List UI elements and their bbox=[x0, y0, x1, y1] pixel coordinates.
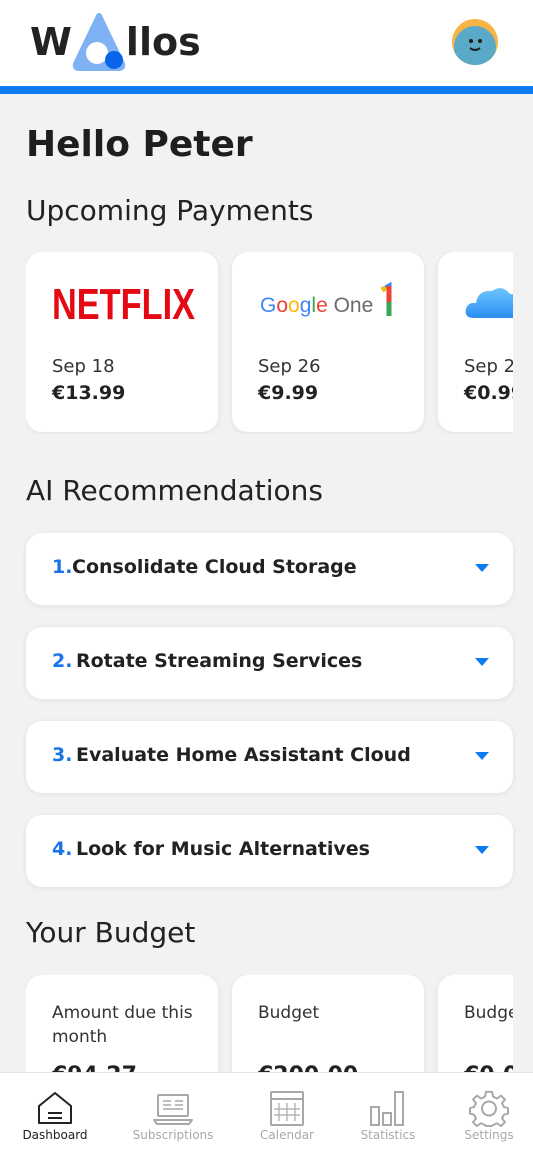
budget-row[interactable]: Amount due this month €94.27 Budget €200… bbox=[26, 975, 513, 1072]
budget-label: Budget bbox=[464, 1003, 513, 1023]
logo-text-left: W bbox=[30, 20, 72, 64]
tab-label: Statistics bbox=[360, 1128, 416, 1142]
payment-date: Sep 18 bbox=[52, 356, 115, 377]
tab-settings[interactable]: Settings bbox=[436, 1073, 533, 1158]
wallos-logo[interactable]: W llos bbox=[30, 12, 201, 72]
user-avatar[interactable] bbox=[452, 19, 498, 65]
tab-label: Subscriptions bbox=[132, 1128, 214, 1142]
tab-calendar[interactable]: Calendar bbox=[234, 1073, 340, 1158]
chevron-down-icon[interactable] bbox=[475, 658, 489, 666]
bottom-navigation: Dashboard Subscriptions Calendar Statist… bbox=[0, 1072, 533, 1158]
budget-card: Budget €0.00 bbox=[438, 975, 513, 1072]
chevron-down-icon[interactable] bbox=[475, 846, 489, 854]
payment-price: €0.99 bbox=[464, 382, 513, 404]
upcoming-payments-row[interactable]: NETFLIX Sep 18 €13.99 Google One Sep 26 bbox=[26, 252, 513, 434]
tab-label: Calendar bbox=[260, 1128, 314, 1142]
budget-card: Amount due this month €94.27 bbox=[26, 975, 218, 1072]
tab-label: Dashboard bbox=[22, 1128, 88, 1142]
payment-price: €9.99 bbox=[258, 382, 319, 404]
google-one-logo: Google One bbox=[258, 281, 398, 322]
tab-statistics[interactable]: Statistics bbox=[335, 1073, 441, 1158]
logo-mark-icon bbox=[68, 12, 130, 72]
netflix-logo: NETFLIX bbox=[52, 280, 197, 329]
your-budget-title: Your Budget bbox=[26, 916, 196, 949]
recommendation-title: Look for Music Alternatives bbox=[76, 838, 370, 860]
budget-card: Budget €200.00 bbox=[232, 975, 424, 1072]
recommendation-item[interactable]: 2. Rotate Streaming Services bbox=[26, 627, 513, 699]
payment-date: Sep 26 bbox=[258, 356, 321, 377]
chevron-down-icon[interactable] bbox=[475, 752, 489, 760]
recommendation-number: 4. bbox=[52, 838, 73, 860]
app-header: W llos bbox=[0, 0, 533, 94]
budget-label: Budget bbox=[258, 1003, 320, 1023]
ai-recommendations-title: AI Recommendations bbox=[26, 474, 323, 507]
svg-text:NETFLIX: NETFLIX bbox=[52, 282, 195, 324]
tab-subscriptions[interactable]: Subscriptions bbox=[120, 1073, 226, 1158]
calendar-icon bbox=[267, 1089, 307, 1127]
tab-label: Settings bbox=[464, 1128, 514, 1142]
recommendation-item[interactable]: 1. Consolidate Cloud Storage bbox=[26, 533, 513, 605]
payment-date: Sep 27 bbox=[464, 356, 513, 377]
upcoming-payments-title: Upcoming Payments bbox=[26, 194, 314, 227]
payment-card[interactable]: Google One Sep 26 €9.99 bbox=[232, 252, 424, 432]
payment-price: €13.99 bbox=[52, 382, 126, 404]
svg-text:Google One: Google One bbox=[260, 294, 373, 317]
recommendation-title: Consolidate Cloud Storage bbox=[72, 556, 357, 578]
budget-label: Amount due this month bbox=[52, 1003, 193, 1047]
home-icon bbox=[35, 1089, 75, 1127]
tab-dashboard[interactable]: Dashboard bbox=[2, 1073, 108, 1158]
recommendation-number: 1. bbox=[52, 556, 73, 578]
gear-icon bbox=[469, 1089, 509, 1128]
dashboard-content: Hello Peter Upcoming Payments NETFLIX Se… bbox=[0, 94, 533, 1072]
payment-card[interactable]: NETFLIX Sep 18 €13.99 bbox=[26, 252, 218, 432]
laptop-icon bbox=[153, 1089, 193, 1127]
greeting-heading: Hello Peter bbox=[26, 124, 253, 165]
budget-value: €94.27 bbox=[52, 1063, 137, 1072]
icloud-logo bbox=[464, 282, 513, 322]
bar-chart-icon bbox=[368, 1089, 408, 1127]
chevron-down-icon[interactable] bbox=[475, 564, 489, 572]
budget-value: €0.00 bbox=[464, 1063, 513, 1072]
recommendation-number: 3. bbox=[52, 744, 73, 766]
logo-text-right: llos bbox=[125, 20, 201, 64]
budget-value: €200.00 bbox=[258, 1063, 358, 1072]
recommendation-title: Evaluate Home Assistant Cloud bbox=[76, 744, 411, 766]
recommendation-number: 2. bbox=[52, 650, 73, 672]
recommendation-title: Rotate Streaming Services bbox=[76, 650, 363, 672]
recommendation-item[interactable]: 3. Evaluate Home Assistant Cloud bbox=[26, 721, 513, 793]
recommendation-item[interactable]: 4. Look for Music Alternatives bbox=[26, 815, 513, 887]
payment-card[interactable]: Sep 27 €0.99 bbox=[438, 252, 513, 432]
